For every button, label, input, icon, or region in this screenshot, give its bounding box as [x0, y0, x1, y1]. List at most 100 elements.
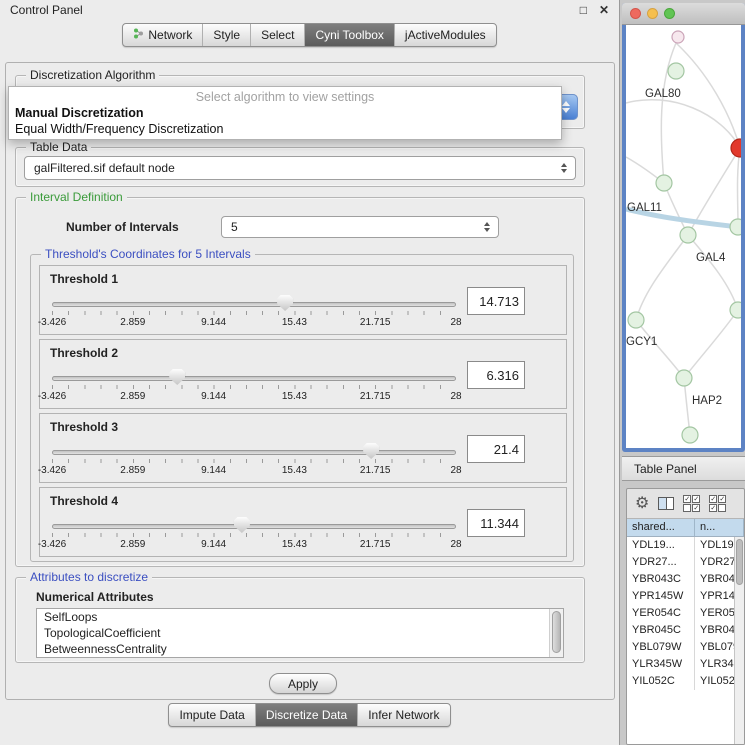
tab-network[interactable]: Network — [123, 24, 202, 46]
network-node[interactable] — [730, 302, 741, 318]
tab-select[interactable]: Select — [250, 24, 304, 46]
table-row[interactable]: YIL052C YIL052C — [627, 673, 744, 690]
cell[interactable]: YBR043C — [627, 571, 695, 588]
gear-icon[interactable]: ⚙ — [635, 496, 649, 512]
table-panel-titlebar: Table Panel — [622, 456, 745, 481]
tab-infer-network[interactable]: Infer Network — [357, 704, 449, 726]
scale-label: 9.144 — [201, 465, 226, 476]
threshold-slider[interactable]: -3.426 2.859 9.144 15.43 21.715 28 — [52, 368, 456, 408]
table-toolbar: ⚙ ✓✓✓ ✓✓✓ — [627, 489, 744, 519]
selected-network-node[interactable] — [731, 139, 741, 157]
cell[interactable]: YDL19... — [627, 537, 695, 554]
attributes-list[interactable]: SelfLoops TopologicalCoefficient Between… — [36, 608, 564, 658]
tab-style[interactable]: Style — [202, 24, 250, 46]
threshold-slider[interactable]: -3.426 2.859 9.144 15.43 21.715 28 — [52, 516, 456, 556]
list-item[interactable]: TopologicalCoefficient — [37, 625, 563, 641]
threshold-value-field[interactable]: 6.316 — [467, 361, 525, 389]
slider-scale: -3.426 2.859 9.144 15.43 21.715 28 — [52, 465, 456, 477]
table-data-select[interactable]: galFiltered.sif default node — [24, 156, 576, 180]
close-icon[interactable]: ✕ — [599, 4, 609, 16]
threshold-value-field[interactable]: 11.344 — [467, 509, 525, 537]
list-scrollbar[interactable] — [549, 609, 563, 657]
cell[interactable]: YBR045C — [627, 622, 695, 639]
interval-definition-group: Interval Definition Number of Intervals … — [15, 197, 585, 567]
network-node-gal80[interactable] — [668, 63, 684, 79]
network-node-gal11[interactable] — [656, 175, 672, 191]
network-canvas[interactable]: GAL80 GAL11 GAL4 GCY1 HAP2 — [626, 25, 741, 448]
table-scrollbar[interactable] — [734, 537, 744, 744]
scale-label: 21.715 — [360, 465, 391, 476]
table-row[interactable]: YER054C YER054C — [627, 605, 744, 622]
apply-button[interactable]: Apply — [269, 673, 337, 694]
slider-handle[interactable] — [277, 295, 293, 311]
float-window-icon[interactable]: □ — [580, 4, 587, 16]
slider-ticks — [52, 385, 456, 389]
numerical-attributes-label: Numerical Attributes — [36, 590, 154, 604]
table-row[interactable]: YDL19... YDL19... — [627, 537, 744, 554]
network-node-gcy1[interactable] — [628, 312, 644, 328]
cell[interactable]: YIL052C — [627, 673, 695, 690]
select-attributes-icon[interactable]: ✓✓✓ — [683, 495, 700, 512]
table-row[interactable]: YBR043C YBR043C — [627, 571, 744, 588]
select-all-icon[interactable]: ✓✓✓ — [709, 495, 726, 512]
close-traffic-light-icon[interactable] — [630, 8, 641, 19]
slider-handle[interactable] — [363, 443, 379, 459]
number-of-intervals-select[interactable]: 5 — [221, 216, 499, 238]
threshold-value-field[interactable]: 21.4 — [467, 435, 525, 463]
slider-track[interactable] — [52, 376, 456, 381]
scale-label: 2.859 — [120, 539, 145, 550]
slider-scale: -3.426 2.859 9.144 15.43 21.715 28 — [52, 539, 456, 551]
scale-label: 9.144 — [201, 391, 226, 402]
table-panel: ⚙ ✓✓✓ ✓✓✓ shared... n... YDL19... YDL19.… — [626, 488, 745, 745]
scale-label: 2.859 — [120, 465, 145, 476]
table-row[interactable]: YBL079W YBL079W — [627, 639, 744, 656]
threshold-slider[interactable]: -3.426 2.859 9.144 15.43 21.715 28 — [52, 294, 456, 334]
network-window-titlebar[interactable] — [622, 3, 745, 25]
tab-cyni-toolbox[interactable]: Cyni Toolbox — [304, 24, 393, 46]
network-node[interactable] — [730, 219, 741, 235]
cell[interactable]: YLR345W — [627, 656, 695, 673]
slider-track[interactable] — [52, 302, 456, 307]
cell[interactable]: YER054C — [627, 605, 695, 622]
zoom-traffic-light-icon[interactable] — [664, 8, 675, 19]
cell[interactable]: YBL079W — [627, 639, 695, 656]
column-header-name[interactable]: n... — [695, 519, 744, 536]
group-label: Attributes to discretize — [26, 570, 152, 584]
scale-label: -3.426 — [38, 465, 66, 476]
list-item[interactable]: SelfLoops — [37, 609, 563, 625]
network-node[interactable] — [672, 31, 684, 43]
threshold-label: Threshold 2 — [50, 346, 118, 360]
dropdown-option-equal-width[interactable]: Equal Width/Frequency Discretization — [9, 121, 561, 137]
table-row[interactable]: YPR145W YPR145W — [627, 588, 744, 605]
table-row[interactable]: YDR27... YDR27... — [627, 554, 744, 571]
tab-discretize-data[interactable]: Discretize Data — [255, 704, 357, 726]
network-node-hap2[interactable] — [676, 370, 692, 386]
network-node-gal4[interactable] — [680, 227, 696, 243]
node-attribute-table: shared... n... YDL19... YDL19... YDR27..… — [627, 519, 744, 744]
show-columns-icon[interactable] — [658, 497, 674, 510]
scale-label: 28 — [450, 465, 461, 476]
algorithm-dropdown-popup: Select algorithm to view settings Manual… — [8, 86, 562, 140]
cell[interactable]: YDR27... — [627, 554, 695, 571]
list-item[interactable]: BetweennessCentrality — [37, 641, 563, 657]
minimize-traffic-light-icon[interactable] — [647, 8, 658, 19]
threshold-slider[interactable]: -3.426 2.859 9.144 15.43 21.715 28 — [52, 442, 456, 482]
slider-handle[interactable] — [234, 517, 250, 533]
tab-jactivemodules[interactable]: jActiveModules — [394, 24, 496, 46]
dropdown-option-manual-discretization[interactable]: Manual Discretization — [9, 105, 561, 121]
table-row[interactable]: YLR345W YLR345W — [627, 656, 744, 673]
slider-handle[interactable] — [169, 369, 185, 385]
tab-impute-data[interactable]: Impute Data — [169, 704, 254, 726]
column-header-shared-name[interactable]: shared... — [627, 519, 695, 536]
network-node[interactable] — [682, 427, 698, 443]
scrollbar-thumb[interactable] — [736, 539, 743, 585]
scrollbar-thumb[interactable] — [552, 611, 561, 653]
tab-label: Select — [261, 28, 294, 42]
table-row[interactable]: YBR045C YBR045C — [627, 622, 744, 639]
threshold-value-field[interactable]: 14.713 — [467, 287, 525, 315]
slider-track[interactable] — [52, 450, 456, 455]
bottom-tabbar: Impute Data Discretize Data Infer Networ… — [0, 703, 619, 727]
slider-track[interactable] — [52, 524, 456, 529]
cell[interactable]: YPR145W — [627, 588, 695, 605]
scale-label: 21.715 — [360, 317, 391, 328]
